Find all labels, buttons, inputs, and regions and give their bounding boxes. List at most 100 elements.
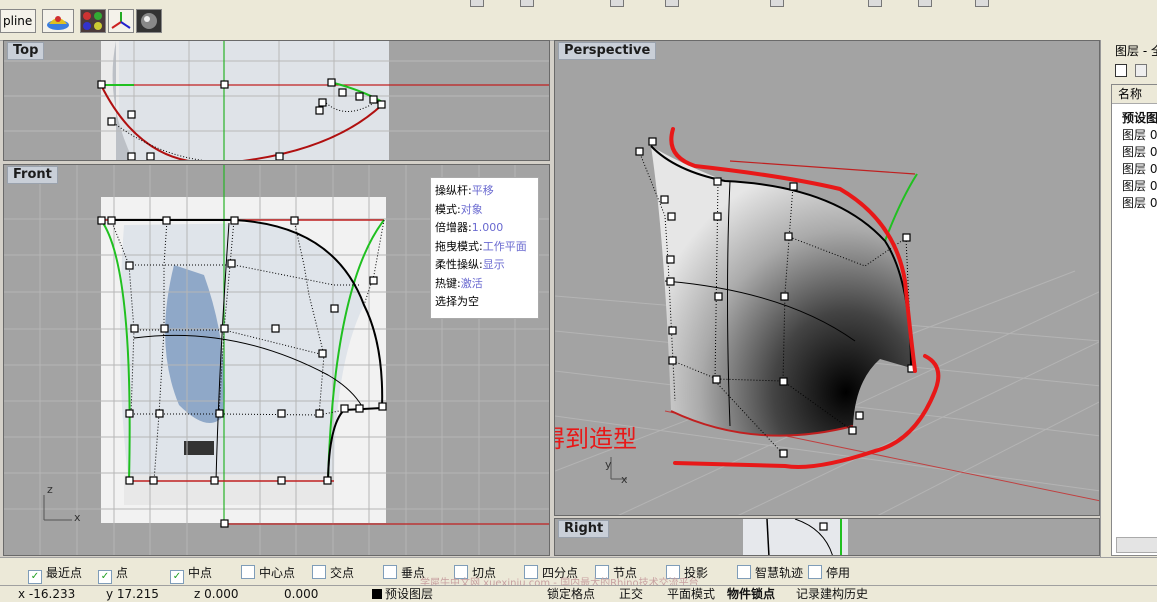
planar-toggle-button[interactable]: 平面模式 [667, 587, 715, 601]
analysis-button[interactable] [42, 9, 74, 33]
main-toolbar: pline [0, 0, 1157, 41]
perspective-axis-y-label: y [605, 458, 612, 471]
gumball-value: 1.000 [471, 221, 504, 234]
gumball-line[interactable]: 热键:激活 [435, 275, 534, 294]
perspective-viewport[interactable]: y x 拉控制点得到造型 Perspective [554, 40, 1100, 516]
layer-item[interactable]: 图层 02 [1122, 143, 1157, 160]
osnap-label: 点 [116, 566, 129, 580]
gumball-value: 对象 [460, 202, 483, 216]
checkbox-icon[interactable]: ✓ [98, 570, 112, 584]
gumball-line[interactable]: 模式:对象 [435, 201, 534, 220]
osnap-toggle-button[interactable]: 物件锁点 [727, 587, 775, 601]
osnap-perpendicular[interactable]: 垂点 [383, 565, 425, 581]
checkbox-icon[interactable] [383, 565, 397, 579]
gumball-line[interactable]: 选择为空 [435, 293, 534, 312]
gumball-line[interactable]: 柔性操纵:显示 [435, 256, 534, 275]
front-axis-x-label: x [74, 511, 81, 524]
top-viewport-canvas [4, 41, 549, 160]
toolbar-icon[interactable] [610, 0, 624, 7]
polyline-button[interactable]: pline [0, 9, 36, 33]
perspective-axis-x-label: x [621, 473, 628, 486]
osnap-smarttrack[interactable]: 智慧轨迹 [737, 565, 803, 581]
toolbar-icon[interactable] [470, 0, 484, 7]
gumball-line[interactable]: 操纵杆:平移 [435, 182, 534, 201]
gumball-settings-panel: 操纵杆:平移 模式:对象 倍增器:1.000 拖曳模式:工作平面 柔性操纵:显示… [430, 177, 539, 319]
osnap-midpoint[interactable]: ✓ 中点 [170, 565, 213, 584]
layers-list: 名称 预设图 图层 01 图层 02 图层 03 图层 04 图层 05 [1111, 84, 1157, 556]
front-axis-z-label: z [47, 483, 53, 496]
gumball-key: 热键: [435, 276, 461, 290]
gumball-key: 倍增器: [435, 221, 472, 234]
gumball-line[interactable]: 拖曳模式:工作平面 [435, 238, 534, 257]
layer-item[interactable]: 图层 05 [1122, 194, 1157, 211]
coord-distance: 0.000 [284, 587, 319, 601]
osnap-intersection[interactable]: 交点 [312, 565, 354, 581]
checkbox-icon[interactable]: ✓ [170, 570, 184, 584]
layers-panel-title: 图层 - 全 [1115, 44, 1157, 58]
coord-y: y 17.215 [106, 587, 159, 601]
checkbox-icon[interactable] [808, 565, 822, 579]
checkbox-icon[interactable]: ✓ [28, 570, 42, 584]
toolbar-icon[interactable] [770, 0, 784, 7]
osnap-label: 中点 [188, 566, 213, 580]
osnap-label: 最近点 [46, 566, 83, 580]
copy-layer-icon[interactable] [1135, 64, 1147, 77]
checkbox-icon[interactable] [241, 565, 255, 579]
gumball-value: 显示 [482, 258, 505, 271]
gumball-button[interactable] [108, 9, 134, 33]
osnap-nearest[interactable]: ✓ 最近点 [28, 565, 83, 584]
top-viewport-label[interactable]: Top [7, 42, 45, 60]
front-viewport[interactable]: z x 操纵杆:平移 模式:对象 倍增器:1.000 拖曳模式:工作平面 柔性操… [3, 164, 550, 556]
current-layer[interactable]: 预设图层 [372, 587, 433, 601]
layer-item[interactable]: 图层 04 [1122, 177, 1157, 194]
toolbar-icon[interactable] [975, 0, 989, 7]
gumball-key: 操纵杆: [435, 184, 472, 197]
render-sphere-icon [141, 13, 157, 29]
annotation-text: 拉控制点得到造型 [555, 425, 637, 453]
gumball-value: 工作平面 [482, 239, 527, 253]
gumball-value: 平移 [471, 184, 494, 197]
layer-item[interactable]: 图层 01 [1122, 126, 1157, 143]
toolbar-icon[interactable] [868, 0, 882, 7]
top-viewport[interactable]: Top [3, 40, 550, 161]
material-grid-icon [83, 12, 102, 30]
right-viewport[interactable]: Right [554, 518, 1100, 556]
ortho-toggle-button[interactable]: 正交 [619, 587, 643, 601]
layers-panel: 图层 - 全 名称 预设图 图层 01 图层 02 图层 03 图层 04 图层… [1100, 40, 1157, 557]
osnap-center[interactable]: 中心点 [241, 565, 295, 581]
toolbar-icon[interactable] [520, 0, 534, 7]
layer-item[interactable]: 图层 03 [1122, 160, 1157, 177]
current-layer-label: 预设图层 [385, 587, 434, 601]
osnap-label: 中心点 [259, 566, 296, 580]
polyline-label: pline [3, 14, 33, 28]
osnap-label: 交点 [330, 566, 355, 580]
layer-color-icon [372, 589, 382, 599]
render-button[interactable] [136, 9, 162, 33]
right-viewport-label[interactable]: Right [558, 520, 610, 538]
gumball-key: 柔性操纵: [435, 258, 483, 271]
coord-x: x -16.233 [18, 587, 76, 601]
layer-item[interactable]: 预设图 [1122, 109, 1157, 126]
material-button[interactable] [80, 9, 106, 33]
checkbox-icon[interactable] [312, 565, 326, 579]
gumball-key: 选择为空 [435, 295, 479, 308]
osnap-disable[interactable]: 停用 [808, 565, 850, 581]
osnap-bar: ✓ 最近点 ✓ 点 ✓ 中点 中心点 交点 垂点 切点 四分点 节点 投影 智慧轨迹 … [0, 557, 1157, 589]
front-viewport-label[interactable]: Front [7, 166, 58, 184]
toolbar-icon[interactable] [665, 0, 679, 7]
osnap-point[interactable]: ✓ 点 [98, 565, 129, 584]
record-history-button[interactable]: 记录建构历史 [796, 587, 868, 601]
right-viewport-canvas [743, 519, 848, 555]
osnap-label: 智慧轨迹 [755, 566, 804, 580]
gumball-line[interactable]: 倍增器:1.000 [435, 219, 534, 238]
perspective-viewport-label[interactable]: Perspective [558, 42, 657, 60]
status-bar: x -16.233 y 17.215 z 0.000 0.000 预设图层 锁定… [0, 585, 1157, 602]
layers-header-name[interactable]: 名称 [1112, 85, 1157, 104]
toolbar-icon[interactable] [918, 0, 932, 7]
checkbox-icon[interactable] [737, 565, 751, 579]
snap-toggle-button[interactable]: 锁定格点 [547, 587, 595, 601]
layers-scrollbar[interactable] [1116, 537, 1157, 553]
osnap-label: 停用 [826, 566, 851, 580]
new-layer-icon[interactable] [1115, 64, 1127, 77]
gumball-key: 模式: [435, 202, 461, 216]
